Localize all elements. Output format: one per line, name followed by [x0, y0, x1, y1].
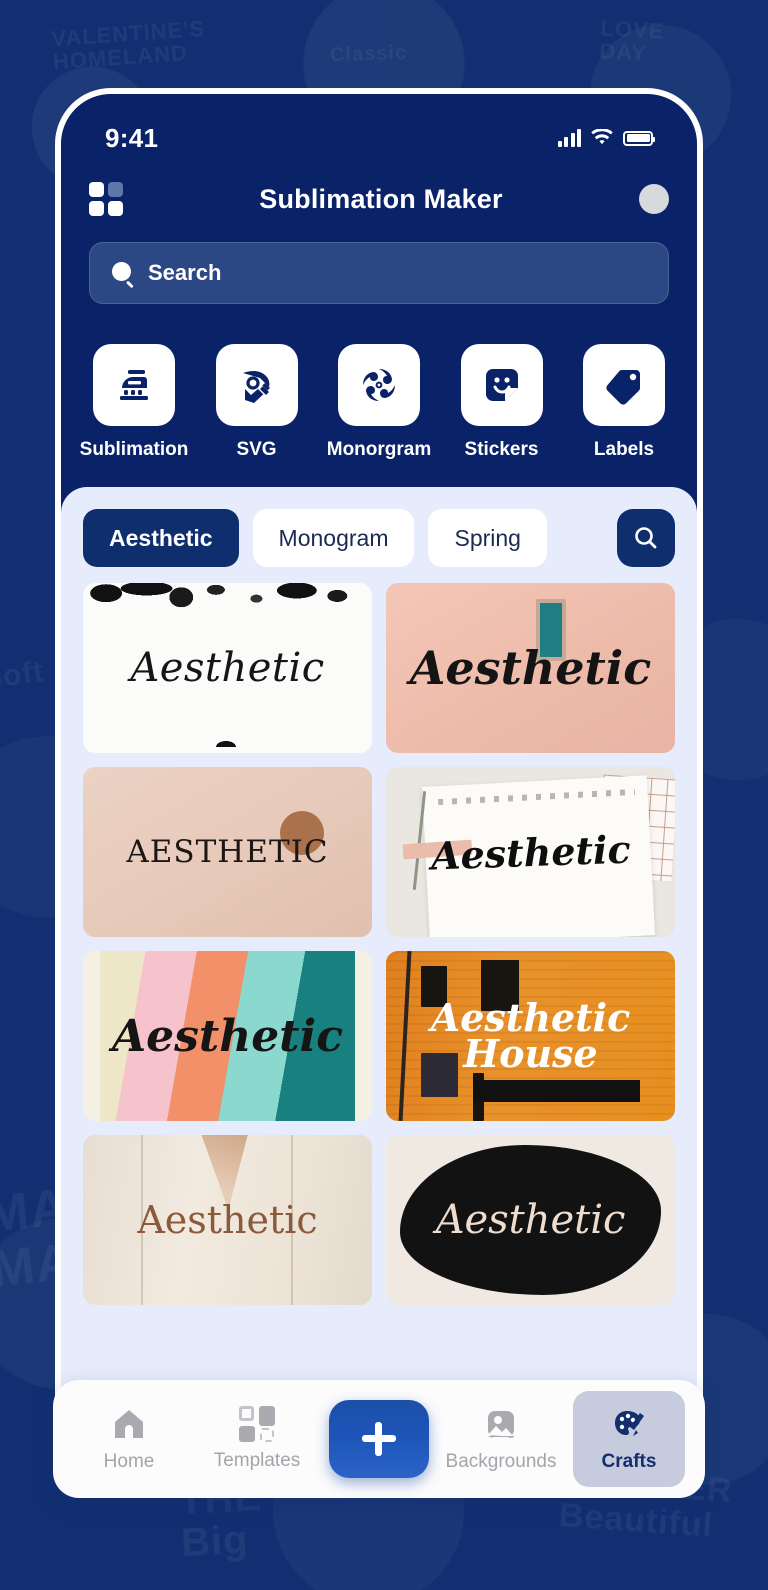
nav-label: Crafts [601, 1451, 657, 1472]
template-label: Aesthetic [111, 1010, 344, 1062]
template-card[interactable]: Aesthetic House [386, 951, 675, 1121]
app-screen: 9:41 Sublimation Maker Search Sublimatio… [61, 94, 697, 1467]
chip-aesthetic[interactable]: Aesthetic [83, 509, 239, 567]
iron-icon [93, 344, 175, 426]
template-label: Aesthetic [137, 1198, 318, 1242]
category-labels[interactable]: Labels [575, 344, 673, 461]
status-icons [557, 129, 655, 147]
template-card[interactable]: Aesthetic [83, 583, 372, 753]
status-bar: 9:41 [61, 94, 697, 168]
status-time: 9:41 [105, 122, 159, 153]
template-card[interactable]: Aesthetic [386, 1135, 675, 1305]
template-label: Aesthetic [409, 641, 652, 695]
chip-spring[interactable]: Spring [428, 509, 547, 567]
app-topbar: Sublimation Maker [89, 168, 669, 230]
grid-menu-icon[interactable] [89, 182, 123, 216]
filter-chip-row: Aesthetic Monogram Spring [83, 509, 675, 583]
phone-frame: 9:41 Sublimation Maker Search Sublimatio… [55, 88, 703, 1473]
create-button[interactable] [329, 1400, 429, 1478]
category-label: Sublimation [79, 439, 189, 460]
tag-icon [583, 344, 665, 426]
category-monogram[interactable]: Monorgram [327, 344, 431, 461]
home-icon [115, 1410, 143, 1438]
chip-search-button[interactable] [617, 509, 675, 567]
template-card[interactable]: Aesthetic [83, 1135, 372, 1305]
image-icon [488, 1411, 514, 1438]
chip-monogram[interactable]: Monogram [252, 509, 415, 567]
template-card[interactable]: Aesthetic [386, 583, 675, 753]
nav-item-crafts[interactable]: Crafts [573, 1391, 685, 1487]
spiral-icon [338, 344, 420, 426]
sticker-smiley-icon [460, 344, 543, 426]
template-grid-scroll[interactable]: Aesthetic Aesthetic AESTHETIC Aesthetic … [83, 583, 675, 1467]
template-label: Aesthetic House [430, 994, 631, 1076]
category-label: Monorgram [326, 439, 432, 460]
background-ghost-text: Soft [0, 654, 47, 697]
template-card[interactable]: Aesthetic [83, 951, 372, 1121]
template-label: Aesthetic [130, 645, 325, 691]
nav-item-home[interactable]: Home [73, 1391, 185, 1487]
app-header: Sublimation Maker Search [61, 168, 697, 322]
ink-splatter-decoration [83, 583, 372, 617]
template-label: Aesthetic [429, 826, 631, 878]
background-ghost-text: VALENTINE'S HOMELAND [50, 15, 206, 75]
palette-icon [615, 1411, 644, 1436]
nav-label: Backgrounds [445, 1451, 557, 1472]
background-ghost-text: Classic [329, 41, 408, 67]
template-label: AESTHETIC [126, 834, 329, 870]
wifi-icon [591, 129, 613, 145]
content-sheet: Aesthetic Monogram Spring Aesthetic Aest… [61, 487, 697, 1467]
nav-label: Home [103, 1451, 155, 1472]
category-strip: Sublimation SVG Monorgram Stickers Label… [61, 322, 697, 487]
nav-item-backgrounds[interactable]: Backgrounds [445, 1391, 557, 1487]
bottom-navigation: Home Templates Backgrounds Crafts [53, 1380, 705, 1498]
category-label: Stickers [464, 439, 539, 460]
avatar[interactable] [638, 184, 669, 214]
search-placeholder: Search [148, 260, 222, 285]
battery-icon [623, 130, 655, 146]
search-input[interactable]: Search [89, 242, 669, 304]
search-icon [112, 262, 134, 284]
pen-nib-icon [215, 344, 298, 426]
template-label: Aesthetic [435, 1197, 626, 1243]
nav-label: Templates [213, 1450, 301, 1471]
template-grid: Aesthetic Aesthetic AESTHETIC Aesthetic … [83, 583, 675, 1305]
black-bar-decoration [472, 1080, 641, 1103]
template-card[interactable]: AESTHETIC [83, 767, 372, 937]
page-title: Sublimation Maker [259, 183, 503, 214]
plus-icon [362, 1422, 396, 1456]
category-label: Labels [593, 439, 655, 460]
category-label: SVG [236, 439, 277, 460]
template-card[interactable]: Aesthetic [386, 767, 675, 937]
nav-item-templates[interactable]: Templates [201, 1391, 313, 1487]
category-stickers[interactable]: Stickers [453, 344, 551, 461]
templates-icon [239, 1406, 275, 1442]
category-svg[interactable]: SVG [208, 344, 306, 461]
category-sublimation[interactable]: Sublimation [80, 344, 188, 461]
search-icon [635, 527, 657, 549]
background-ghost-text: LOVE DAY [598, 15, 666, 66]
bird-decoration [215, 736, 236, 747]
cellular-signal-icon [557, 129, 581, 147]
